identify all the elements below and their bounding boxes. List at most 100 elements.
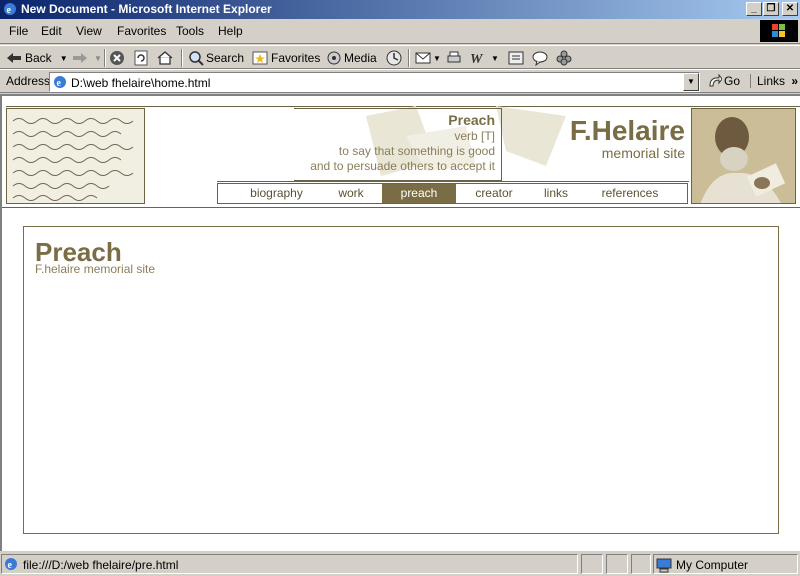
svg-text:e: e — [8, 560, 13, 571]
menu-favorites[interactable]: Favorites — [117, 24, 166, 38]
messenger-button[interactable] — [532, 49, 548, 67]
back-label: Back — [25, 51, 52, 65]
history-icon — [386, 50, 402, 66]
title-bar: e New Document - Microsoft Internet Expl… — [0, 0, 800, 19]
svg-text:e: e — [57, 78, 62, 89]
stop-button[interactable] — [109, 49, 125, 67]
windows-logo — [760, 20, 798, 42]
status-cell — [606, 554, 628, 574]
nav-work[interactable]: work — [328, 184, 374, 203]
menu-view[interactable]: View — [76, 24, 102, 38]
back-button[interactable]: Back ▼ — [6, 49, 68, 67]
ie-status-icon: e — [5, 558, 17, 571]
site-nav: biography work preach creator links refe… — [217, 181, 689, 204]
status-text-panel: e file:///D:/web fhelaire/pre.html — [1, 554, 578, 574]
portrait-photo — [691, 108, 796, 204]
back-dropdown-icon[interactable]: ▼ — [60, 54, 68, 63]
home-button[interactable] — [157, 49, 173, 67]
security-zone: My Computer — [653, 554, 798, 574]
refresh-icon — [134, 50, 148, 66]
back-arrow-icon — [7, 53, 21, 63]
status-cell — [581, 554, 603, 574]
manuscript-image — [6, 108, 145, 204]
history-button[interactable] — [385, 49, 403, 67]
print-icon — [447, 51, 461, 63]
stop-icon — [110, 51, 124, 65]
zone-label: My Computer — [676, 558, 749, 572]
chat-bubble-icon — [532, 51, 548, 66]
ie-icon: e — [4, 3, 16, 16]
window-title: New Document - Microsoft Internet Explor… — [21, 2, 272, 16]
media-icon — [327, 51, 341, 65]
go-label: Go — [724, 74, 741, 88]
media-button[interactable]: Media — [326, 49, 377, 67]
status-text: file:///D:/web fhelaire/pre.html — [23, 558, 179, 572]
definition-line-1: to say that something is good — [338, 144, 495, 158]
discuss-icon — [508, 51, 524, 65]
nav-references[interactable]: references — [590, 184, 670, 203]
page-viewport: Preach verb [T] to say that something is… — [0, 94, 800, 551]
search-icon — [189, 51, 204, 66]
ie-page-icon: e — [54, 76, 66, 89]
research-button[interactable] — [556, 49, 572, 67]
site-brand: F.Helaire memorial site — [569, 115, 685, 161]
go-arrow-icon — [709, 74, 722, 87]
menu-edit[interactable]: Edit — [41, 24, 62, 38]
toolbar-separator — [104, 49, 106, 67]
menu-tools[interactable]: Tools — [176, 24, 204, 38]
mail-icon — [415, 52, 431, 64]
refresh-button[interactable] — [133, 49, 149, 67]
standard-toolbar: Back ▼ ▼ Search Favorites Media ▼ W ▼ — [0, 45, 800, 69]
my-computer-icon — [656, 558, 672, 573]
favorites-star-icon — [252, 51, 268, 65]
menu-bar: File Edit View Favorites Tools Help — [0, 19, 800, 44]
mail-button[interactable]: ▼ — [415, 49, 441, 67]
svg-text:W: W — [470, 52, 484, 66]
definition-box: Preach verb [T] to say that something is… — [294, 108, 502, 181]
status-bar: e file:///D:/web fhelaire/pre.html My Co… — [0, 551, 800, 576]
forward-button[interactable]: ▼ — [72, 49, 102, 67]
close-button[interactable]: ✕ — [782, 2, 798, 16]
menu-file[interactable]: File — [9, 24, 28, 38]
nav-biography[interactable]: biography — [238, 184, 315, 203]
links-button[interactable]: Links » — [750, 74, 798, 88]
header-rule — [2, 207, 800, 208]
address-value: D:\web fhelaire\home.html — [71, 76, 211, 90]
nav-preach[interactable]: preach — [382, 184, 456, 203]
nav-creator[interactable]: creator — [466, 184, 522, 203]
restore-button[interactable]: ❐ — [763, 2, 779, 16]
discuss-button[interactable] — [508, 49, 524, 67]
home-icon — [157, 51, 173, 65]
nav-links[interactable]: links — [536, 184, 576, 203]
address-label: Address — [6, 74, 51, 88]
mail-dropdown-icon[interactable]: ▼ — [433, 54, 441, 63]
definition-line-2: and to persuade others to accept it — [310, 159, 495, 173]
address-input[interactable]: e D:\web fhelaire\home.html ▼ — [49, 72, 700, 92]
search-button[interactable]: Search — [188, 49, 244, 67]
windows-flag-icon — [772, 24, 785, 37]
status-cell — [631, 554, 651, 574]
address-bar: Address e D:\web fhelaire\home.html ▼ Go… — [0, 69, 800, 93]
address-dropdown-icon[interactable]: ▼ — [683, 73, 699, 91]
definition-word: Preach — [448, 112, 495, 128]
links-label: Links — [757, 74, 786, 88]
forward-dropdown-icon[interactable]: ▼ — [94, 54, 102, 63]
go-button[interactable]: Go — [708, 74, 740, 88]
print-button[interactable] — [446, 49, 462, 67]
svg-text:e: e — [7, 5, 12, 16]
definition-pos: verb [T] — [454, 129, 495, 143]
menu-help[interactable]: Help — [218, 24, 243, 38]
edit-dropdown-icon[interactable]: ▼ — [491, 54, 499, 63]
edit-word-button[interactable]: W ▼ — [470, 49, 499, 67]
word-edit-icon: W — [470, 52, 484, 66]
content-panel: Preach F.helaire memorial site — [23, 226, 779, 534]
minimize-button[interactable]: _ — [746, 2, 762, 16]
toolbar-separator — [408, 49, 410, 67]
brand-subtitle: memorial site — [601, 145, 685, 161]
favorites-button[interactable]: Favorites — [252, 49, 320, 67]
forward-arrow-icon — [73, 53, 87, 63]
site-header: Preach verb [T] to say that something is… — [2, 106, 800, 208]
brand-title: F.Helaire — [569, 115, 685, 146]
page-subtitle: F.helaire memorial site — [35, 262, 156, 276]
flower-icon — [556, 50, 572, 66]
